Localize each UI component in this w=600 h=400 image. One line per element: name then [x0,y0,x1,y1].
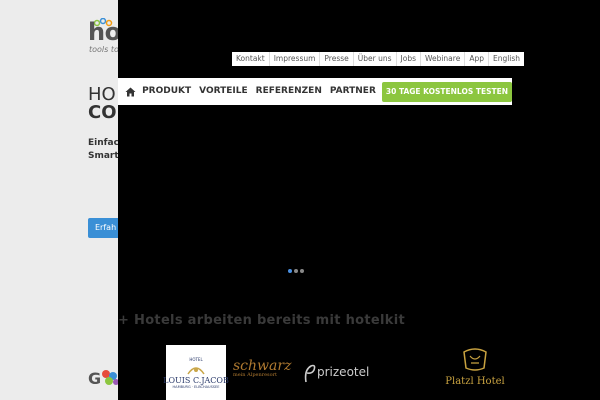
nav-item-produkt[interactable]: PRODUKT [138,78,195,105]
utility-nav-english[interactable]: English [489,52,524,66]
utility-nav-kontakt[interactable]: Kontakt [232,52,270,66]
nav-item-referenzen[interactable]: REFERENZEN [252,78,326,105]
home-icon[interactable] [122,82,138,102]
partner-logo-louis-c-jacob[interactable]: HOTEL LOUIS C.JACOB HAMBURG · ELBCHAUSSE… [163,345,229,400]
partner-logo-schwarz[interactable]: schwarz mein Alpenresort [233,358,291,378]
utility-nav-ueber-uns[interactable]: Über uns [354,52,397,66]
hotels-count-heading: + Hotels arbeiten bereits mit hotelkit [118,313,405,328]
slider-dot[interactable] [294,269,298,273]
utility-nav-impressum[interactable]: Impressum [270,52,321,66]
partner-logo-prizeotel[interactable]: prizeotel [303,362,369,384]
platzl-crest-icon [463,348,487,371]
hero-title: HO CO [88,86,117,122]
utility-nav-app[interactable]: App [465,52,489,66]
hero-title-line2: CO [88,102,117,123]
partner-logo-g-icon: G [88,369,119,388]
partner-logo-platzl-hotel[interactable]: Platzl Hotel [440,348,510,387]
free-trial-button[interactable]: 30 TAGE KOSTENLOS TESTEN [381,81,512,102]
prizeotel-swirl-icon [304,364,316,383]
utility-nav-presse[interactable]: Presse [320,52,354,66]
svg-text:G: G [88,369,101,388]
utility-nav-webinare[interactable]: Webinare [421,52,466,66]
partner-prizeotel-name: prizeotel [317,365,370,379]
slider-pagination [288,269,304,273]
main-nav: PRODUKT VORTEILE REFERENZEN PARTNER 30 T… [118,78,512,105]
hero-subtitle-line2: Smart [88,151,119,161]
utility-nav-jobs[interactable]: Jobs [397,52,421,66]
partner-platzl-name: Platzl Hotel [445,376,505,387]
hero-subtitle: Einfac Smart [88,137,119,163]
nav-item-vorteile[interactable]: VORTEILE [195,78,252,105]
slider-dot[interactable] [288,269,292,273]
hero-subtitle-line1: Einfac [88,138,119,148]
slider-dot[interactable] [300,269,304,273]
nav-item-partner[interactable]: PARTNER [326,78,380,105]
crest-icon [187,366,205,374]
partner-logos: HOTEL LOUIS C.JACOB HAMBURG · ELBCHAUSSE… [118,340,600,400]
utility-nav: Kontakt Impressum Presse Über uns Jobs W… [232,52,525,66]
partner-jacob-sub: HAMBURG · ELBCHAUSSEE [172,384,220,389]
partner-jacob-name: LOUIS C.JACOB [163,375,229,385]
